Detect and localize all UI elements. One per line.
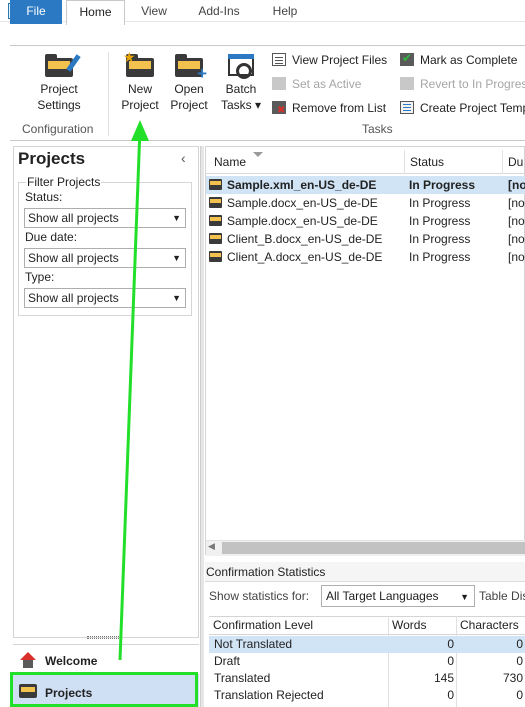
arrow-shaft — [118, 127, 142, 661]
annotation-arrow — [118, 120, 149, 661]
arrow-head — [131, 120, 149, 141]
